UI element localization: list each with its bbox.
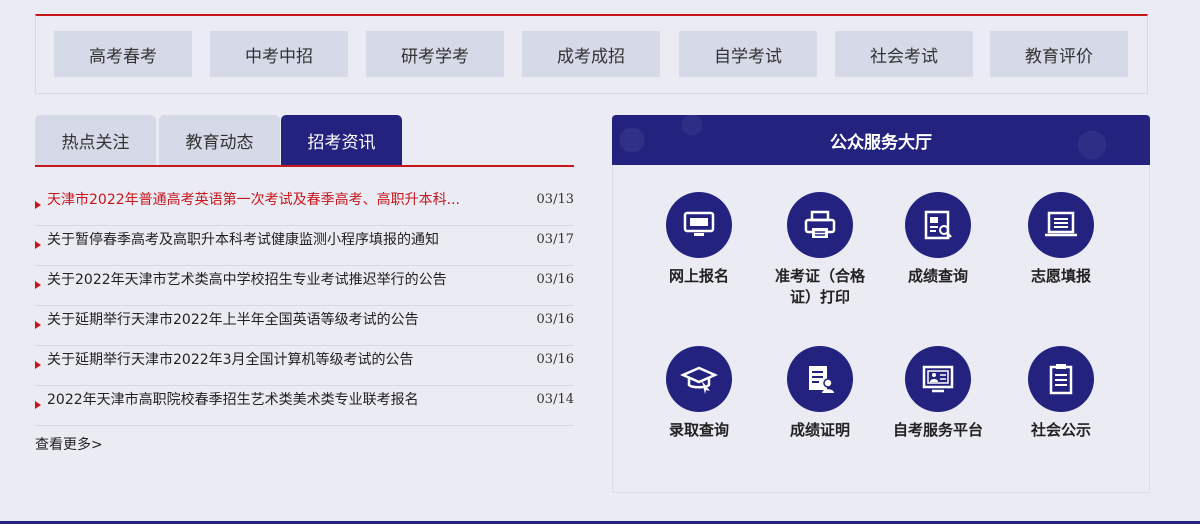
service-volunteer-fill[interactable]: 志愿填报 — [1006, 192, 1116, 287]
service-hall-title: 公众服务大厅 — [612, 115, 1150, 165]
news-date: 03/13 — [536, 192, 574, 207]
graduation-cap-icon — [666, 346, 732, 412]
news-title[interactable]: 2022年天津市高职院校春季招生艺术类美术类专业联考报名 — [47, 380, 487, 420]
arrow-icon — [35, 281, 41, 289]
score-search-icon — [905, 192, 971, 258]
printer-icon — [787, 192, 853, 258]
arrow-icon — [35, 201, 41, 209]
news-title[interactable]: 天津市2022年普通高考英语第一次考试及春季高考、高职升本科... — [47, 180, 487, 220]
arrow-icon — [35, 401, 41, 409]
news-date: 03/16 — [536, 272, 574, 287]
public-service-hall: 公众服务大厅 网上报名 准考证（合格证）打印 成绩查询 志愿填报 录取查询 成绩… — [612, 115, 1150, 493]
service-online-registration[interactable]: 网上报名 — [644, 192, 754, 287]
news-list: 天津市2022年普通高考英语第一次考试及春季高考、高职升本科... 03/13 … — [35, 186, 574, 426]
news-title[interactable]: 关于2022年天津市艺术类高中学校招生专业考试推迟举行的公告 — [47, 260, 487, 300]
service-label: 录取查询 — [668, 421, 729, 439]
news-title[interactable]: 关于暂停春季高考及高职升本科考试健康监测小程序填报的通知 — [47, 220, 487, 260]
service-self-exam-platform[interactable]: 自考服务平台 — [883, 346, 993, 441]
category-shehui[interactable]: 社会考试 — [835, 31, 973, 77]
service-label: 网上报名 — [668, 267, 729, 285]
clipboard-icon — [1028, 346, 1094, 412]
service-label: 准考证（合格证）打印 — [775, 267, 866, 306]
online-platform-icon — [905, 346, 971, 412]
category-nav: 高考春考 中考中招 研考学考 成考成招 自学考试 社会考试 教育评价 — [35, 14, 1148, 94]
news-date: 03/17 — [536, 232, 574, 247]
news-tabs: 热点关注 教育动态 招考资讯 — [35, 115, 574, 167]
list-item[interactable]: 2022年天津市高职院校春季招生艺术类美术类专业联考报名 03/14 — [35, 386, 574, 426]
tab-exam-info[interactable]: 招考资讯 — [281, 115, 402, 165]
arrow-icon — [35, 241, 41, 249]
tab-education-news[interactable]: 教育动态 — [159, 115, 280, 165]
news-date: 03/14 — [536, 392, 574, 407]
service-label: 志愿填报 — [1030, 267, 1091, 285]
service-admission-ticket-print[interactable]: 准考证（合格证）打印 — [765, 192, 875, 308]
news-title[interactable]: 关于延期举行天津市2022年上半年全国英语等级考试的公告 — [47, 300, 487, 340]
news-date: 03/16 — [536, 352, 574, 367]
service-label: 社会公示 — [1030, 421, 1091, 439]
category-zixue[interactable]: 自学考试 — [679, 31, 817, 77]
service-score-query[interactable]: 成绩查询 — [883, 192, 993, 287]
category-chengkao[interactable]: 成考成招 — [522, 31, 660, 77]
news-title[interactable]: 关于延期举行天津市2022年3月全国计算机等级考试的公告 — [47, 340, 487, 380]
service-score-certificate[interactable]: 成绩证明 — [765, 346, 875, 441]
category-zhongkao[interactable]: 中考中招 — [210, 31, 348, 77]
service-label: 成绩查询 — [907, 267, 968, 285]
category-jiaoyu-pingjia[interactable]: 教育评价 — [990, 31, 1128, 77]
laptop-list-icon — [1028, 192, 1094, 258]
service-public-notice[interactable]: 社会公示 — [1006, 346, 1116, 441]
monitor-icon — [666, 192, 732, 258]
service-admission-query[interactable]: 录取查询 — [644, 346, 754, 441]
service-label: 自考服务平台 — [892, 421, 983, 439]
certificate-icon — [787, 346, 853, 412]
arrow-icon — [35, 321, 41, 329]
service-label: 成绩证明 — [789, 421, 850, 439]
view-more-link[interactable]: 查看更多> — [35, 434, 103, 454]
tab-hot-topics[interactable]: 热点关注 — [35, 115, 156, 165]
arrow-icon — [35, 361, 41, 369]
news-date: 03/16 — [536, 312, 574, 327]
category-yankao[interactable]: 研考学考 — [366, 31, 504, 77]
category-gaokao-chunkao[interactable]: 高考春考 — [54, 31, 192, 77]
